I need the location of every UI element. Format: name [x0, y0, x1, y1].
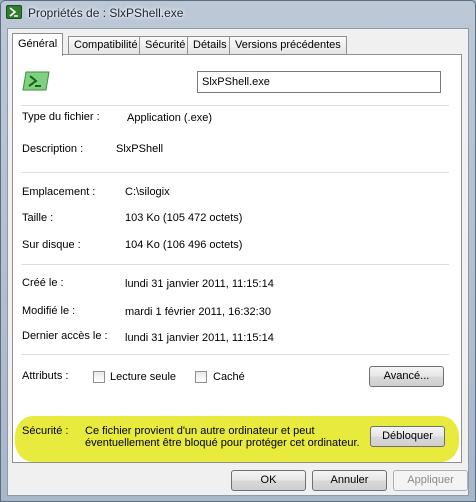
advanced-button[interactable]: Avancé...: [369, 366, 444, 387]
cancel-button[interactable]: Annuler: [312, 470, 387, 491]
size-on-disk-value: 104 Ko (106 496 octets): [125, 239, 243, 251]
powershell-icon: [22, 71, 50, 91]
properties-window: Propriétés de : SlxPShell.exe Général Co…: [0, 0, 476, 502]
location-label: Emplacement :: [22, 186, 96, 198]
modified-value: mardi 1 février 2011, 16:32:30: [125, 306, 271, 318]
separator: [21, 264, 449, 265]
location-value: C:\silogix: [125, 186, 170, 198]
powershell-icon: [6, 5, 22, 19]
size-value: 103 Ko (105 472 octets): [125, 212, 243, 224]
file-type-value: Application (.exe): [127, 112, 212, 124]
tab-previous-versions[interactable]: Versions précédentes: [229, 36, 347, 55]
size-label: Taille :: [22, 212, 54, 224]
title-bar[interactable]: Propriétés de : SlxPShell.exe: [1, 1, 475, 25]
general-panel: Type du fichier : Application (.exe) Des…: [12, 54, 462, 463]
window-title: Propriétés de : SlxPShell.exe: [28, 6, 184, 20]
ok-button[interactable]: OK: [231, 470, 306, 491]
tab-compatibility[interactable]: Compatibilité: [68, 36, 144, 55]
accessed-label: Dernier accès le :: [22, 330, 108, 342]
modified-label: Modifié le :: [22, 305, 76, 317]
accessed-value: lundi 31 janvier 2011, 11:15:14: [125, 332, 274, 344]
separator: [21, 172, 449, 173]
hidden-label[interactable]: Caché: [213, 371, 245, 383]
security-label: Sécurité :: [22, 425, 69, 437]
file-type-label: Type du fichier :: [22, 111, 100, 123]
tab-security[interactable]: Sécurité: [139, 36, 192, 55]
size-on-disk-label: Sur disque :: [22, 239, 81, 251]
apply-button[interactable]: Appliquer: [393, 470, 468, 491]
created-label: Créé le :: [22, 277, 64, 289]
hidden-checkbox[interactable]: [195, 371, 207, 383]
attributes-label: Attributs :: [22, 370, 69, 382]
readonly-checkbox[interactable]: [93, 371, 105, 383]
dialog-client: Général Compatibilité Sécurité Détails V…: [7, 28, 469, 496]
tab-details[interactable]: Détails: [187, 36, 233, 55]
security-warning-text: Ce fichier provient d'un autre ordinateu…: [85, 425, 360, 449]
created-value: lundi 31 janvier 2011, 11:15:14: [125, 278, 274, 290]
file-name-input[interactable]: [197, 71, 441, 93]
description-value: SlxPShell: [116, 143, 164, 155]
separator: [21, 354, 449, 355]
separator: [21, 105, 449, 106]
tab-general[interactable]: Général: [12, 33, 64, 56]
unblock-button[interactable]: Débloquer: [370, 426, 445, 447]
readonly-label[interactable]: Lecture seule: [110, 371, 176, 383]
description-label: Description :: [22, 143, 84, 155]
